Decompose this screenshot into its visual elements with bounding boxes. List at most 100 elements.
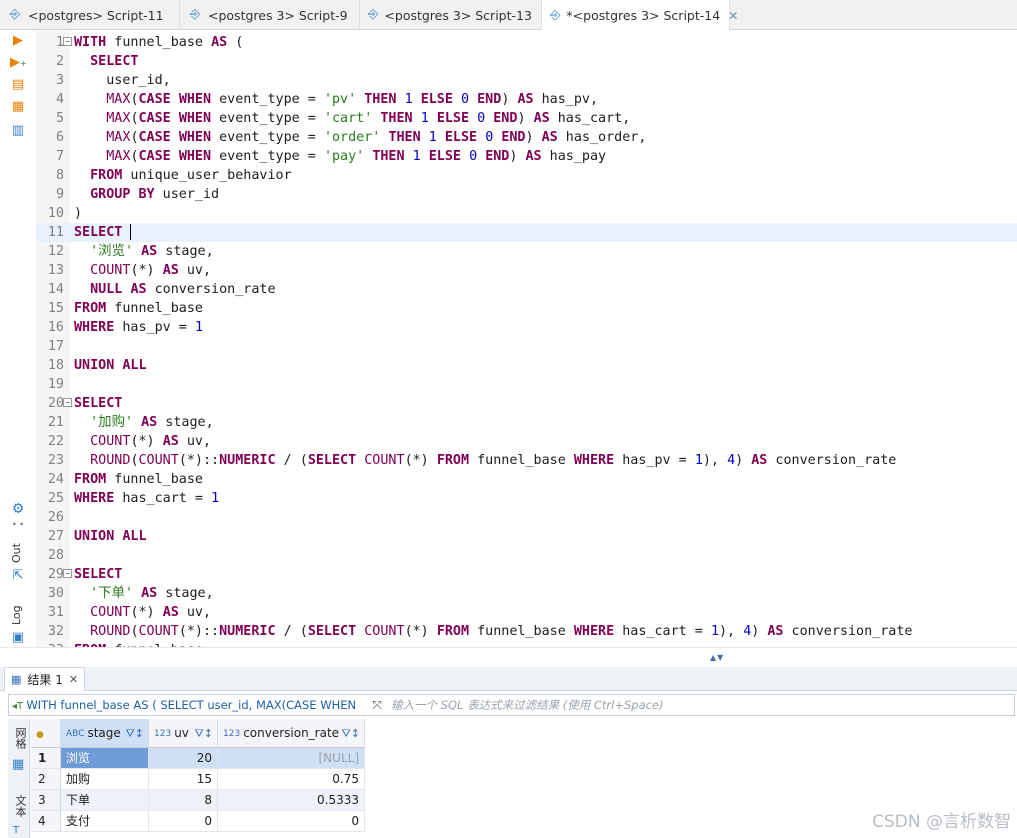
table-cell-stage[interactable]: 下单 (61, 790, 149, 811)
tab-script-1[interactable]: ⎆ <postgres> Script-11 (0, 0, 180, 30)
line-number: 1 (55, 35, 64, 50)
code-line[interactable]: 24 FROM funnel_base (36, 470, 1017, 489)
code-line[interactable]: 30 '下单' AS stage, (36, 584, 1017, 603)
code-text: '浏览' AS stage, (90, 244, 214, 259)
filter-icon[interactable]: ⛛↕ (342, 719, 360, 748)
table-cell-uv[interactable]: 0 (149, 811, 218, 832)
code-text: SELECT (74, 223, 132, 242)
text-view-label[interactable]: 文本 (12, 795, 28, 817)
code-text: MAX(CASE WHEN event_type = 'pv' THEN 1 E… (106, 92, 599, 107)
line-number: 28 (47, 548, 64, 563)
code-line[interactable]: 15 FROM funnel_base (36, 299, 1017, 318)
tab-script-4[interactable]: ⎆ *<postgres 3> Script-14 ✕ (542, 0, 738, 31)
code-line[interactable]: 22 COUNT(*) AS uv, (36, 432, 1017, 451)
fold-toggle-icon[interactable]: − (63, 569, 72, 578)
column-header-conversion_rate[interactable]: 123 conversion_rate ⛛↕ (218, 719, 365, 748)
table-cell-stage[interactable]: 浏览 (61, 748, 149, 769)
table-cell-uv[interactable]: 15 (149, 769, 218, 790)
code-line[interactable]: 21 '加购' AS stage, (36, 413, 1017, 432)
expand-icon[interactable]: ⤧ (369, 697, 385, 714)
query-preview[interactable]: ◂T WITH funnel_base AS ( SELECT user_id,… (12, 697, 365, 714)
grid-view-label[interactable]: 网格 (12, 727, 28, 749)
table-cell-stage[interactable]: 支付 (61, 811, 149, 832)
tab-script-3[interactable]: ⎆ <postgres 3> Script-13 (360, 0, 542, 30)
fold-toggle-icon[interactable]: − (63, 398, 72, 407)
filter-icon[interactable]: ⛛↕ (195, 719, 213, 748)
code-line[interactable]: 12 '浏览' AS stage, (36, 242, 1017, 261)
execute-script-new-tab-icon[interactable]: ▦ (10, 99, 26, 115)
maximize-restore-icon[interactable]: ▲▼ (710, 653, 724, 662)
table-cell-uv[interactable]: 8 (149, 790, 218, 811)
code-line[interactable]: 28 (36, 546, 1017, 565)
code-line[interactable]: 10) (36, 204, 1017, 223)
gear-icon[interactable]: ⚙ (10, 501, 26, 517)
log-tab-label[interactable]: Log (10, 605, 23, 625)
code-line[interactable]: 18 UNION ALL (36, 356, 1017, 375)
more-dots-icon: • • (12, 520, 24, 529)
grid-icon[interactable]: ▦ (12, 757, 24, 772)
code-line[interactable]: 17 (36, 337, 1017, 356)
table-cell-stage[interactable]: 加购 (61, 769, 149, 790)
code-line[interactable]: 29− SELECT (36, 565, 1017, 584)
code-line[interactable]: 27 UNION ALL (36, 527, 1017, 546)
table-cell-conversion_rate[interactable]: 0 (218, 811, 365, 832)
code-line[interactable]: 5 MAX(CASE WHEN event_type = 'cart' THEN… (36, 109, 1017, 128)
code-line[interactable]: 13 COUNT(*) AS uv, (36, 261, 1017, 280)
filter-input[interactable]: 输入一个 SQL 表达式来过滤结果 (使用 Ctrl+Space) (391, 697, 991, 714)
text-cursor (130, 224, 132, 240)
output-icon[interactable]: ⇱ (10, 568, 26, 584)
log-icon[interactable]: ▣ (10, 630, 26, 646)
panel-splitter[interactable]: ▲▼ (0, 647, 1017, 667)
line-number: 8 (55, 168, 64, 183)
code-line[interactable]: 4 MAX(CASE WHEN event_type = 'pv' THEN 1… (36, 90, 1017, 109)
code-line[interactable]: 11 SELECT (36, 223, 1017, 242)
code-line[interactable]: 8 FROM unique_user_behavior (36, 166, 1017, 185)
results-view-switcher: 网格 ▦ 文本 T (8, 719, 30, 838)
code-line[interactable]: 32 ROUND(COUNT(*)::NUMERIC / (SELECT COU… (36, 622, 1017, 641)
line-number: 15 (47, 301, 64, 316)
explain-plan-icon[interactable]: ▥ (10, 123, 26, 139)
code-line[interactable]: 3 user_id, (36, 71, 1017, 90)
row-number[interactable]: 2 (31, 769, 61, 790)
close-icon[interactable]: ✕ (69, 673, 78, 686)
row-number[interactable]: 4 (31, 811, 61, 832)
row-number[interactable]: 3 (31, 790, 61, 811)
code-line[interactable]: 19 (36, 375, 1017, 394)
line-number: 29 (47, 567, 64, 582)
tab-script-2[interactable]: ⎆ <postgres 3> Script-9 (180, 0, 360, 30)
table-cell-conversion_rate[interactable]: [NULL] (218, 748, 365, 769)
code-text: SELECT (74, 567, 123, 582)
results-grid[interactable]: ● ABC stage ⛛↕ 123 uv ⛛↕ 123 conversion_rate ⛛↕ 1 浏… (31, 719, 1017, 838)
code-line[interactable]: 26 (36, 508, 1017, 527)
code-text: COUNT(*) AS uv, (90, 605, 212, 620)
code-line[interactable]: 2 SELECT (36, 52, 1017, 71)
table-cell-conversion_rate[interactable]: 0.5333 (218, 790, 365, 811)
text-icon[interactable]: T (13, 825, 19, 836)
output-tab-label[interactable]: Out (10, 543, 23, 563)
tab-label: <postgres 3> Script-9 (208, 7, 348, 23)
sql-editor[interactable]: 1− WITH funnel_base AS (2 SELECT 3 user_id… (36, 31, 1017, 647)
row-number[interactable]: 1 (31, 748, 61, 769)
execute-new-tab-icon[interactable]: ▶+ (10, 55, 27, 71)
column-header-stage[interactable]: ABC stage ⛛↕ (61, 719, 149, 748)
code-line[interactable]: 20− SELECT (36, 394, 1017, 413)
results-tab[interactable]: ▦ 结果 1 ✕ (4, 667, 86, 691)
code-line[interactable]: 9 GROUP BY user_id (36, 185, 1017, 204)
execute-script-icon[interactable]: ▤ (10, 77, 26, 93)
code-line[interactable]: 31 COUNT(*) AS uv, (36, 603, 1017, 622)
code-line[interactable]: 7 MAX(CASE WHEN event_type = 'pay' THEN … (36, 147, 1017, 166)
code-line[interactable]: 6 MAX(CASE WHEN event_type = 'order' THE… (36, 128, 1017, 147)
table-cell-uv[interactable]: 20 (149, 748, 218, 769)
filter-icon[interactable]: ⛛↕ (126, 719, 144, 748)
line-number: 5 (55, 111, 64, 126)
table-cell-conversion_rate[interactable]: 0.75 (218, 769, 365, 790)
code-line[interactable]: 23 ROUND(COUNT(*)::NUMERIC / (SELECT COU… (36, 451, 1017, 470)
code-line[interactable]: 16 WHERE has_pv = 1 (36, 318, 1017, 337)
code-line[interactable]: 1− WITH funnel_base AS ( (36, 33, 1017, 52)
grid-corner[interactable]: ● (31, 719, 61, 748)
code-line[interactable]: 14 NULL AS conversion_rate (36, 280, 1017, 299)
code-line[interactable]: 25 WHERE has_cart = 1 (36, 489, 1017, 508)
fold-toggle-icon[interactable]: − (63, 37, 72, 46)
column-header-uv[interactable]: 123 uv ⛛↕ (149, 719, 218, 748)
execute-statement-icon[interactable]: ▶ (10, 33, 26, 49)
